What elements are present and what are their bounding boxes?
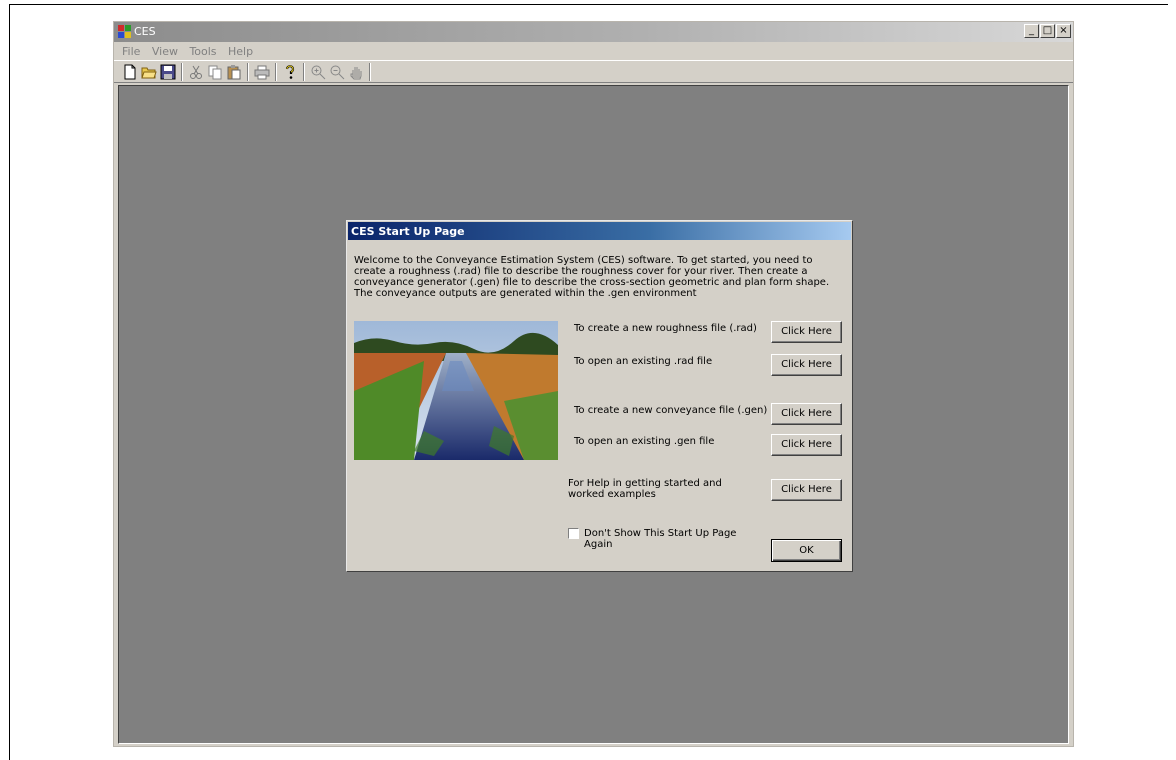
startup-dialog: CES Start Up Page Welcome to the Conveya…: [346, 220, 853, 572]
title-bar[interactable]: CES _ □ ×: [114, 22, 1073, 42]
cut-icon[interactable]: [188, 64, 204, 80]
dialog-title-bar[interactable]: CES Start Up Page: [348, 222, 851, 240]
help-button[interactable]: Click Here: [771, 479, 842, 501]
save-icon[interactable]: [160, 64, 176, 80]
open-rad-label: To open an existing .rad file: [574, 356, 713, 367]
menu-file[interactable]: File: [122, 45, 140, 58]
dialog-title: CES Start Up Page: [351, 225, 465, 238]
create-rad-label: To create a new roughness file (.rad): [574, 323, 757, 334]
toolbar-separator: [181, 63, 183, 81]
create-gen-label: To create a new conveyance file (.gen): [574, 405, 768, 416]
close-button[interactable]: ×: [1056, 24, 1071, 38]
help-getting-started-label: For Help in getting started and worked e…: [568, 478, 722, 500]
zoom-in-icon[interactable]: [310, 64, 326, 80]
help-icon[interactable]: [282, 64, 298, 80]
minimize-button[interactable]: _: [1024, 24, 1039, 38]
ok-button[interactable]: OK: [771, 539, 842, 562]
page-border-top: [9, 4, 1168, 5]
toolbar-separator: [275, 63, 277, 81]
open-gen-label: To open an existing .gen file: [574, 436, 715, 447]
toolbar-separator: [369, 63, 371, 81]
create-rad-button[interactable]: Click Here: [771, 321, 842, 343]
pan-hand-icon[interactable]: [348, 64, 364, 80]
toolbar-separator: [303, 63, 305, 81]
menu-tools[interactable]: Tools: [189, 45, 216, 58]
app-window: CES _ □ × File View Tools Help CES Start…: [113, 21, 1074, 747]
paste-icon[interactable]: [226, 64, 242, 80]
open-rad-button[interactable]: Click Here: [771, 354, 842, 376]
copy-icon[interactable]: [207, 64, 223, 80]
dont-show-again-label[interactable]: Don't Show This Start Up Page Again: [584, 528, 764, 550]
maximize-button[interactable]: □: [1040, 24, 1055, 38]
window-title: CES: [134, 25, 156, 38]
menu-bar: File View Tools Help: [114, 42, 1073, 60]
page-border-left: [9, 4, 10, 760]
new-file-icon[interactable]: [122, 64, 138, 80]
open-gen-button[interactable]: Click Here: [771, 434, 842, 456]
open-folder-icon[interactable]: [141, 64, 157, 80]
mdi-workspace: CES Start Up Page Welcome to the Conveya…: [118, 85, 1069, 744]
dont-show-again-checkbox[interactable]: [568, 528, 579, 539]
create-gen-button[interactable]: Click Here: [771, 403, 842, 425]
river-photo: [354, 321, 558, 460]
menu-view[interactable]: View: [152, 45, 178, 58]
toolbar: [114, 60, 1073, 83]
toolbar-separator: [247, 63, 249, 81]
zoom-out-icon[interactable]: [329, 64, 345, 80]
window-controls: _ □ ×: [1023, 24, 1071, 38]
welcome-text: Welcome to the Conveyance Estimation Sys…: [354, 255, 830, 299]
ces-logo-icon: [118, 25, 132, 38]
print-icon[interactable]: [254, 64, 270, 80]
menu-help[interactable]: Help: [228, 45, 253, 58]
